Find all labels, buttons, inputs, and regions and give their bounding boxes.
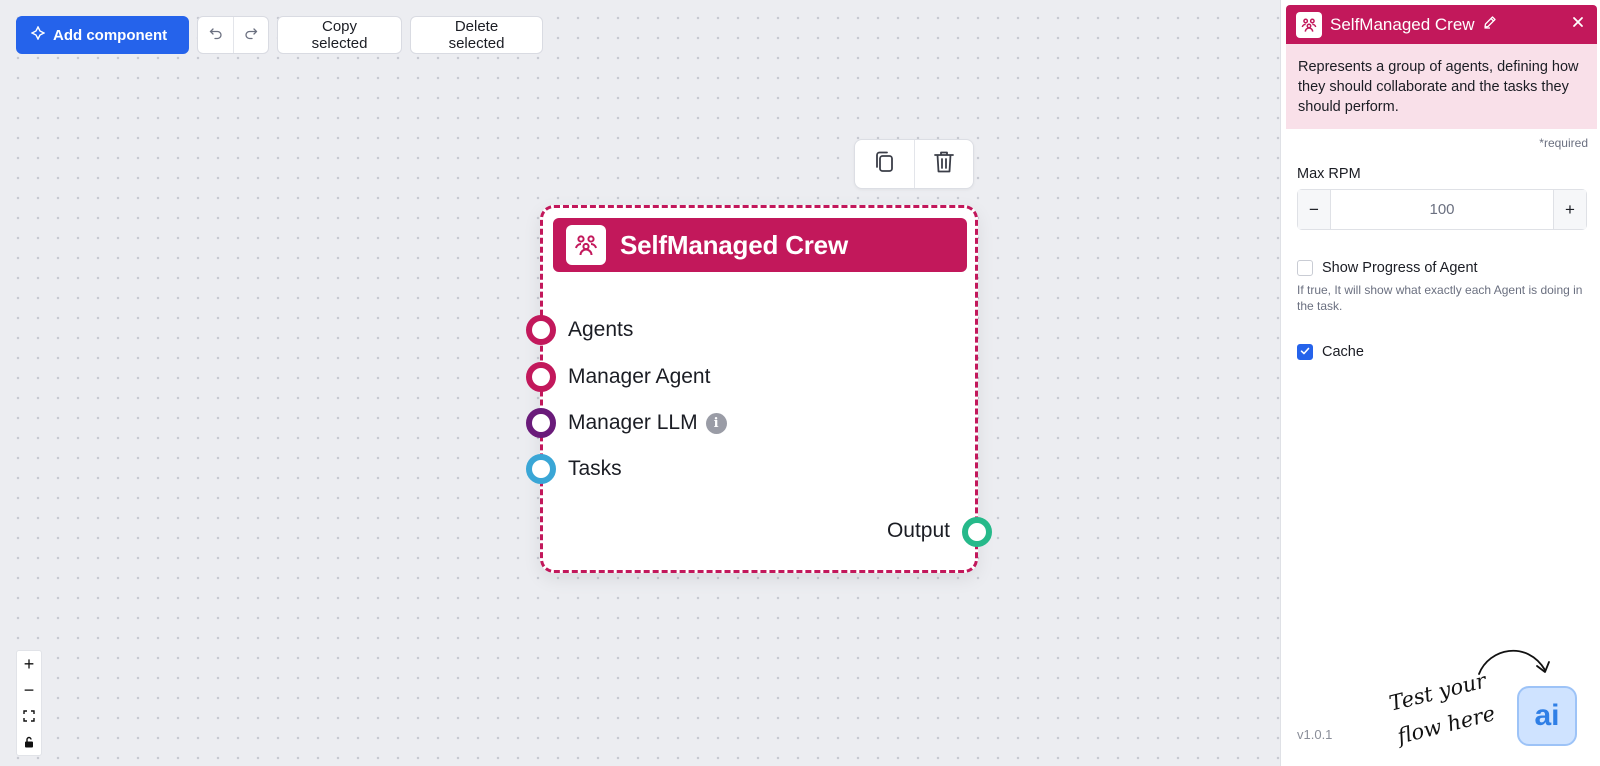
crew-node[interactable]: SelfManaged Crew Agents Manager Agent Ma… <box>526 205 992 573</box>
fullscreen-icon <box>23 706 35 727</box>
copy-icon <box>873 150 895 179</box>
component-description: Represents a group of agents, defining h… <box>1286 44 1597 129</box>
output-port-handle[interactable] <box>962 517 992 547</box>
redo-icon <box>244 26 258 45</box>
port-label: Tasks <box>568 457 622 480</box>
port-label-text: Manager LLM <box>568 411 698 434</box>
cache-checkbox[interactable] <box>1297 344 1313 360</box>
output-label: Output <box>886 519 950 542</box>
show-progress-checkbox[interactable] <box>1297 260 1313 276</box>
panel-title: SelfManaged Crew <box>1330 14 1475 34</box>
port-handle[interactable] <box>526 315 556 345</box>
copy-selected-button[interactable]: Copy selected <box>277 16 402 54</box>
decrement-button[interactable]: − <box>1298 190 1330 229</box>
crew-icon <box>1296 11 1322 38</box>
max-rpm-label: Max RPM <box>1297 166 1361 182</box>
crew-icon <box>566 225 606 265</box>
plus-icon: + <box>23 653 35 674</box>
sparkle-icon <box>30 25 46 44</box>
ai-chat-button[interactable]: ai <box>1517 686 1577 746</box>
zoom-out-button[interactable]: − <box>17 677 41 703</box>
undo-button[interactable] <box>198 17 233 53</box>
close-panel-button[interactable] <box>1571 15 1585 34</box>
port-handle[interactable] <box>526 408 556 438</box>
zoom-in-button[interactable]: + <box>17 651 41 677</box>
required-note: *required <box>1539 136 1588 150</box>
history-controls <box>197 16 269 54</box>
delete-selected-button[interactable]: Delete selected <box>410 16 543 54</box>
port-label-with-info: Manager LLM i <box>568 411 727 435</box>
node-header[interactable]: SelfManaged Crew <box>553 218 967 272</box>
max-rpm-input[interactable]: 100 <box>1330 190 1554 229</box>
add-component-button[interactable]: Add component <box>16 16 189 54</box>
undo-icon <box>209 26 223 45</box>
fit-view-button[interactable] <box>17 703 41 729</box>
panel-header: SelfManaged Crew <box>1286 5 1597 44</box>
show-progress-row: Show Progress of Agent <box>1297 260 1478 276</box>
port-handle[interactable] <box>526 362 556 392</box>
toolbar: Add component Copy selected Delete selec… <box>16 16 543 54</box>
minus-icon: − <box>23 679 35 700</box>
info-icon[interactable]: i <box>705 412 727 434</box>
check-icon <box>1300 344 1310 360</box>
lock-icon <box>23 732 35 753</box>
cache-row: Cache <box>1297 344 1364 360</box>
show-progress-help: If true, It will show what exactly each … <box>1297 283 1583 313</box>
cache-label: Cache <box>1322 344 1364 360</box>
pencil-icon <box>1483 16 1497 33</box>
duplicate-node-button[interactable] <box>855 140 914 188</box>
add-component-label: Add component <box>53 26 168 44</box>
port-label: Manager Agent <box>568 365 711 388</box>
close-icon <box>1571 16 1585 33</box>
port-handle[interactable] <box>526 454 556 484</box>
delete-node-button[interactable] <box>913 140 974 188</box>
redo-button[interactable] <box>233 17 268 53</box>
show-progress-label: Show Progress of Agent <box>1322 260 1478 276</box>
node-title: SelfManaged Crew <box>620 229 848 260</box>
trash-icon <box>933 150 955 179</box>
port-label: Agents <box>568 318 634 341</box>
lock-button[interactable] <box>17 729 41 755</box>
version-label: v1.0.1 <box>1297 727 1333 742</box>
max-rpm-stepper: − 100 + <box>1297 189 1587 230</box>
ai-logo-icon: ai <box>1534 699 1560 732</box>
node-action-bar <box>854 139 974 189</box>
increment-button[interactable]: + <box>1554 190 1586 229</box>
edit-title-button[interactable] <box>1483 15 1497 34</box>
zoom-controls: + − <box>16 650 42 756</box>
